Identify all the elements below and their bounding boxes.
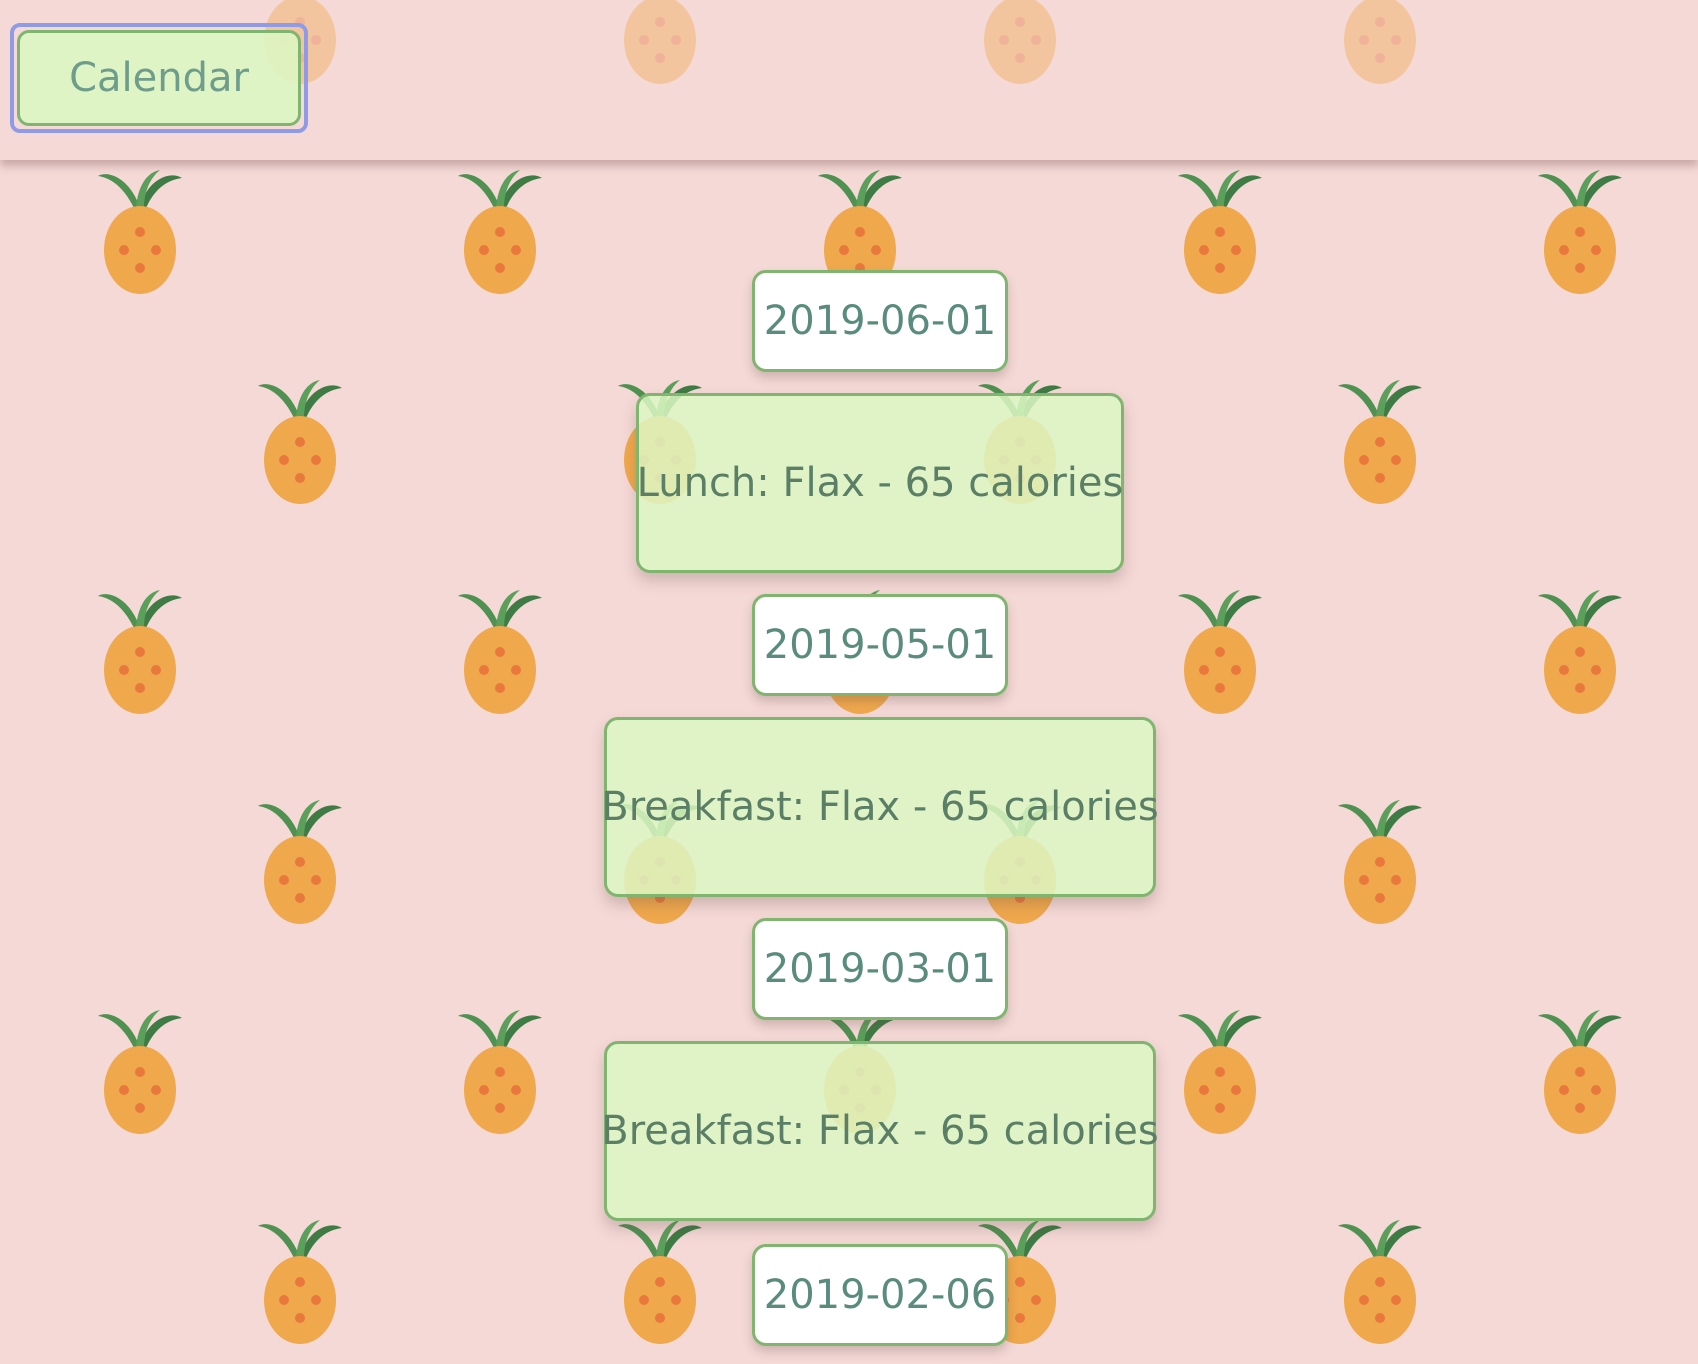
calendar-button[interactable]: Calendar [10, 23, 308, 133]
date-label: 2019-03-01 [752, 918, 1008, 1020]
date-label: 2019-05-01 [752, 594, 1008, 696]
meal-entry-card[interactable]: Breakfast: Flax - 65 calories [601, 717, 1159, 897]
meal-entry-card[interactable]: Breakfast: Flax - 65 calories [601, 1041, 1159, 1221]
top-header-bar: Calendar [0, 0, 1698, 160]
meal-entry-card[interactable]: Lunch: Flax - 65 calories [636, 393, 1124, 573]
date-label: 2019-02-06 [752, 1244, 1008, 1346]
calendar-button-label: Calendar [17, 30, 301, 126]
meal-timeline: 2019-06-01 Lunch: Flax - 65 calories 201… [0, 0, 1698, 1364]
date-label: 2019-06-01 [752, 270, 1008, 372]
